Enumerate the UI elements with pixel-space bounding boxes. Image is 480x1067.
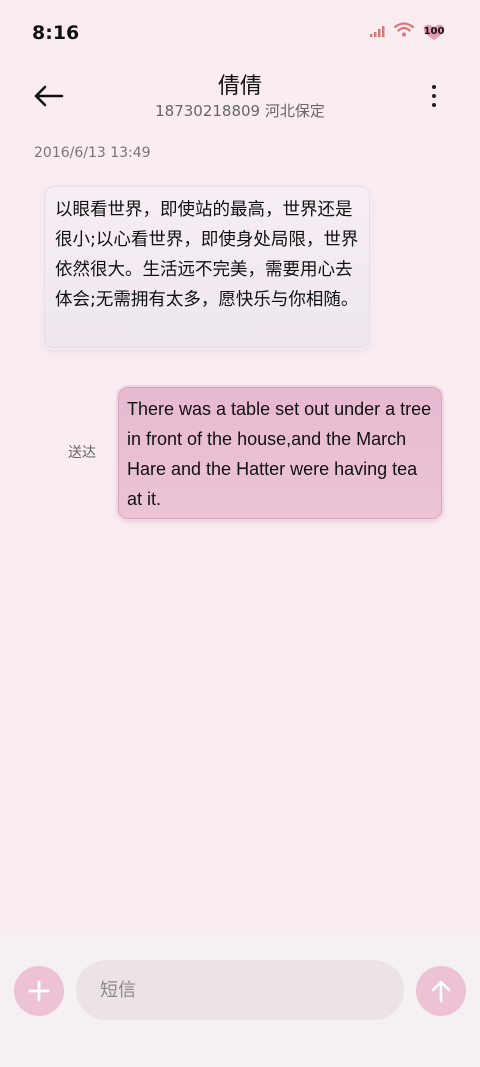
battery-icon: 100 bbox=[422, 23, 446, 41]
message-input[interactable] bbox=[76, 960, 404, 1020]
battery-level: 100 bbox=[423, 26, 445, 37]
send-arrow-icon bbox=[431, 980, 451, 1003]
status-bar: 8:16 100 bbox=[0, 0, 480, 64]
plus-icon bbox=[28, 980, 50, 1002]
status-icons: 100 bbox=[370, 22, 446, 41]
wifi-icon bbox=[393, 22, 415, 41]
contact-subtitle: 18730218809 河北保定 bbox=[155, 102, 325, 120]
add-attachment-button[interactable] bbox=[14, 966, 64, 1016]
signal-icon bbox=[370, 22, 386, 41]
conversation-header: 倩倩 18730218809 河北保定 bbox=[0, 64, 480, 134]
incoming-message-bubble[interactable]: 以眼看世界，即使站的最高，世界还是很小;以心看世界，即使身处局限，世界依然很大。… bbox=[44, 186, 370, 348]
status-time: 8:16 bbox=[32, 22, 80, 44]
contact-name: 倩倩 bbox=[217, 74, 262, 99]
delivery-status: 送达 bbox=[68, 445, 96, 461]
composer-bar bbox=[0, 936, 480, 1067]
more-options-button[interactable] bbox=[424, 80, 444, 112]
message-timestamp: 2016/6/13 13:49 bbox=[34, 145, 151, 161]
send-button[interactable] bbox=[416, 966, 466, 1016]
more-vert-icon bbox=[432, 85, 436, 89]
outgoing-message-bubble[interactable]: There was a table set out under a tree i… bbox=[118, 387, 442, 519]
